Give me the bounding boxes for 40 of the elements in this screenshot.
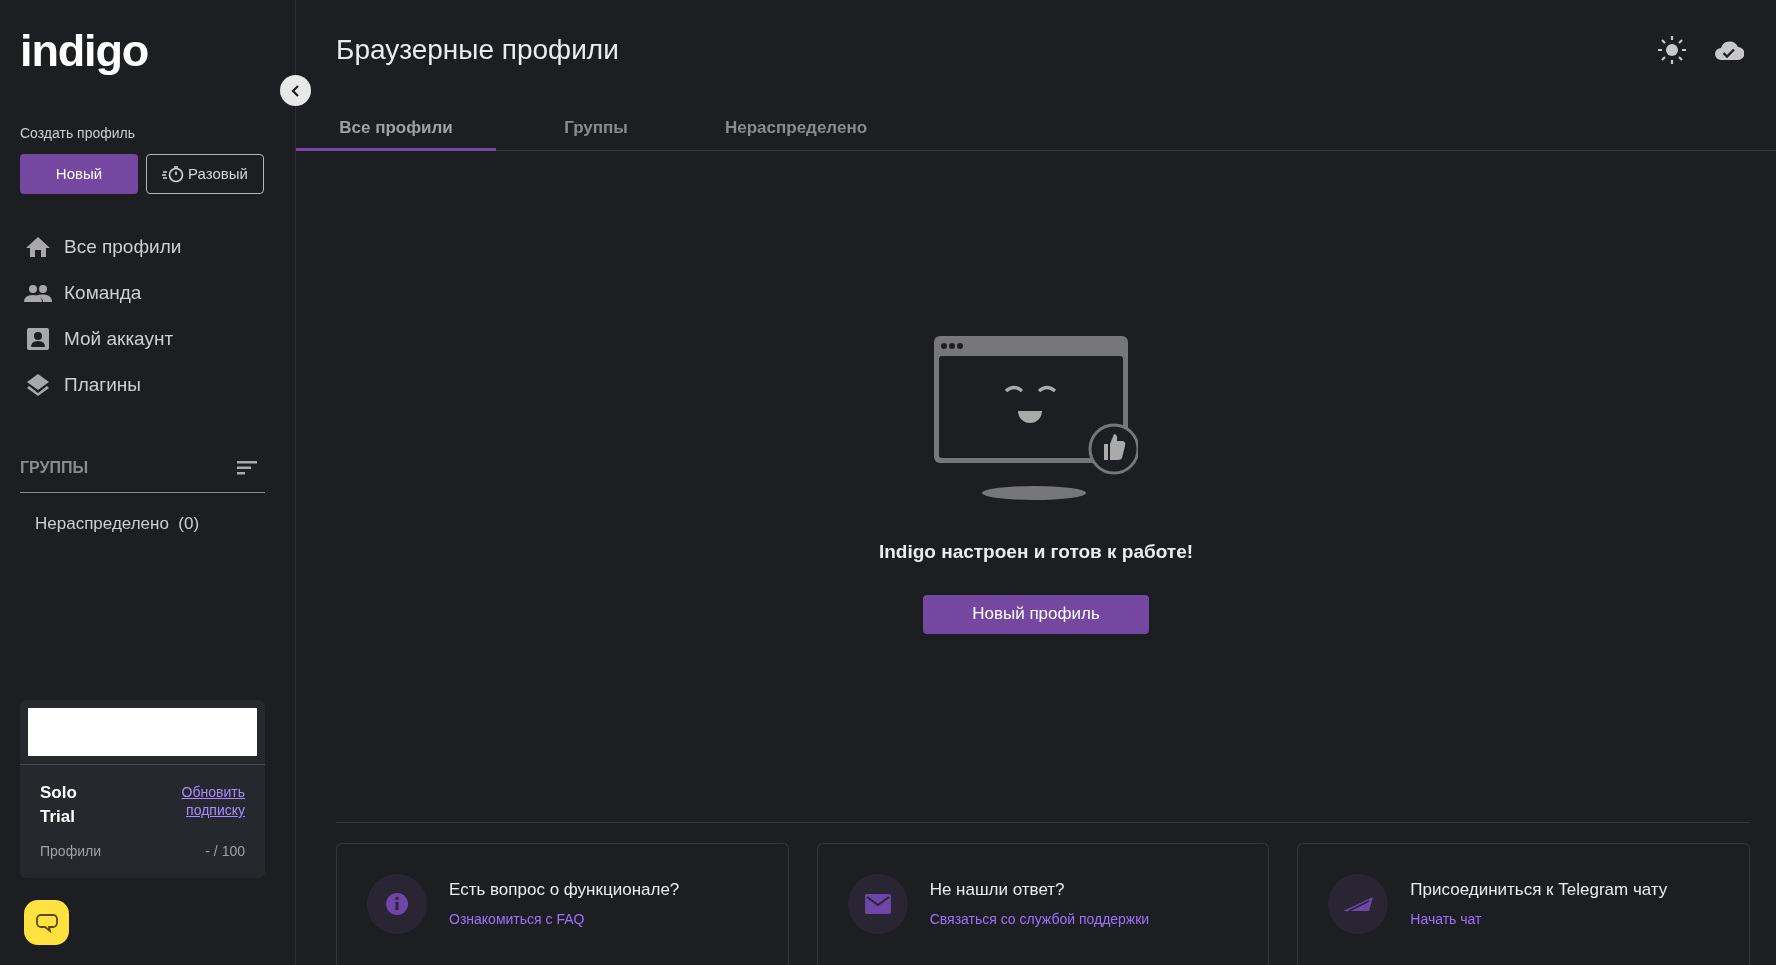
group-item[interactable]: Нераспределено (0) <box>35 511 200 537</box>
home-icon <box>25 236 51 258</box>
tab[interactable]: Нераспределено <box>696 107 896 151</box>
info-icon <box>385 892 409 916</box>
new-profile-button[interactable]: Новый <box>20 154 138 194</box>
chat-button[interactable] <box>24 900 69 945</box>
help-link[interactable]: Ознакомиться с FAQ <box>449 908 585 930</box>
upgrade-link[interactable]: Обновить подписку <box>165 783 245 819</box>
page-title: Браузерные профили <box>336 33 619 67</box>
contact-card-icon <box>26 327 50 351</box>
profiles-count: - / 100 <box>205 842 245 861</box>
help-link[interactable]: Связаться со службой поддержки <box>929 908 1150 930</box>
tab[interactable]: Группы <box>496 107 696 151</box>
profiles-label: Профили <box>40 842 101 861</box>
section-heading: ГРУППЫ <box>20 458 89 478</box>
envelope-icon <box>864 894 891 914</box>
tab[interactable]: Все профили <box>296 107 496 151</box>
help-card-title: Не нашли ответ? <box>929 879 1066 901</box>
logo: indigo <box>20 28 149 73</box>
speech-bubble-icon <box>35 912 58 933</box>
new-profile-button[interactable]: Новый профиль <box>923 594 1149 634</box>
nav-item[interactable]: Плагины <box>20 371 141 399</box>
section-label: Создать профиль <box>20 124 136 143</box>
status-message: Indigo настроен и готов к работе! <box>878 540 1194 564</box>
sort-icon[interactable] <box>237 461 257 475</box>
paper-plane-icon <box>1343 897 1374 911</box>
layers-icon <box>26 373 50 397</box>
people-icon <box>24 284 52 302</box>
stopwatch-icon <box>162 165 185 183</box>
nav-item[interactable]: Мой аккаунт <box>20 325 174 353</box>
help-card-title: Присоединиться к Telegram чату <box>1410 879 1668 901</box>
plan-name: Solo Trial <box>40 782 77 828</box>
collapse-sidebar-button[interactable] <box>280 75 311 106</box>
cloud-check-icon[interactable] <box>1714 39 1744 61</box>
help-card-title: Есть вопрос о функционале? <box>449 879 680 901</box>
one-time-profile-button[interactable]: Разовый <box>146 154 264 194</box>
nav-item[interactable]: Все профили <box>20 233 182 261</box>
help-link[interactable]: Начать чат <box>1410 908 1482 930</box>
nav-item[interactable]: Команда <box>20 279 142 307</box>
sun-icon[interactable] <box>1658 36 1686 64</box>
